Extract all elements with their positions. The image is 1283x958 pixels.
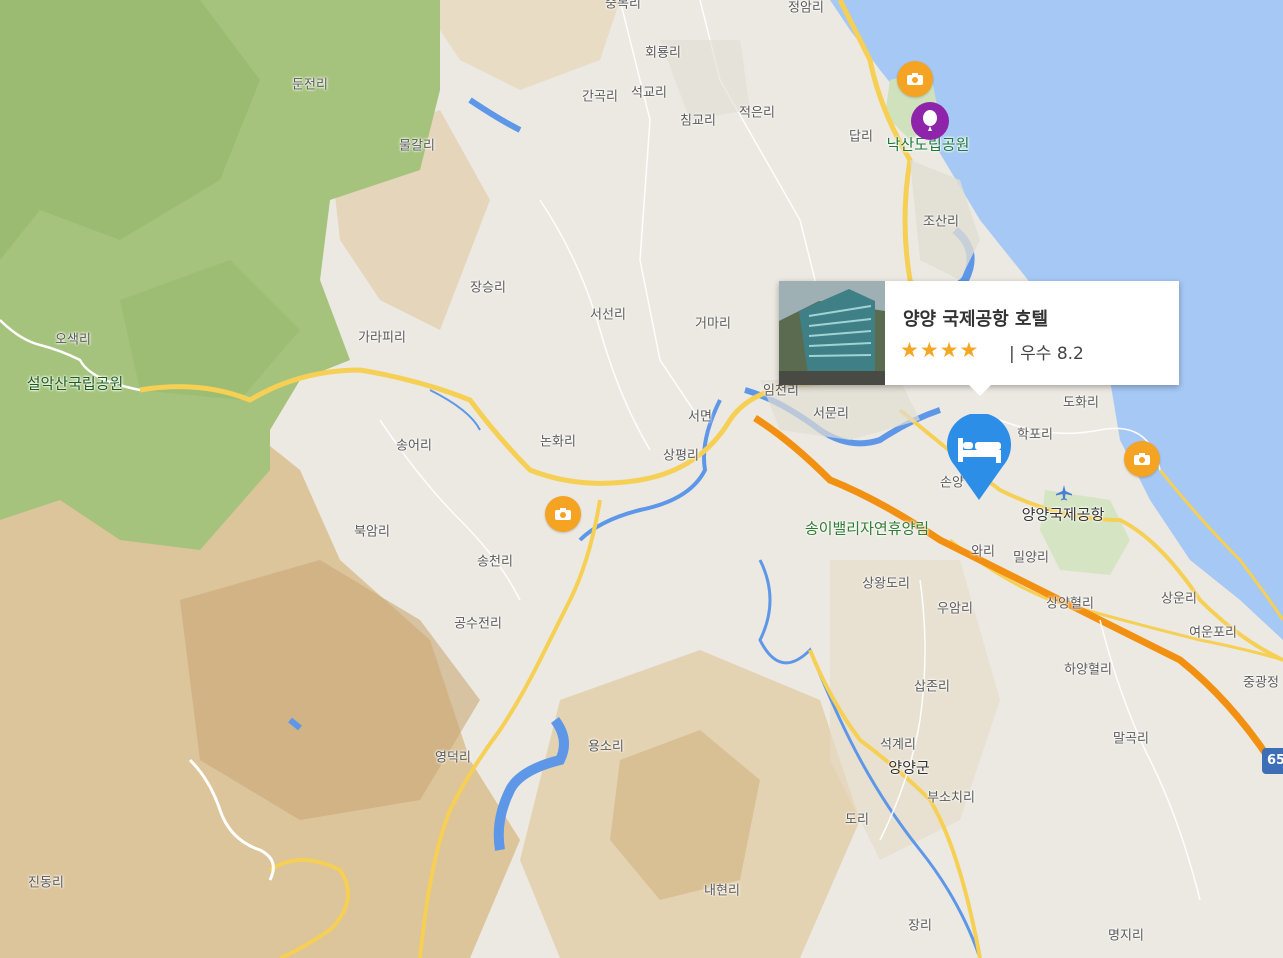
place-label: 가라피리: [358, 330, 406, 346]
place-label: 말곡리: [1113, 731, 1149, 747]
place-label: 용소리: [588, 739, 624, 755]
place-label: 장승리: [470, 280, 506, 296]
place-label: 둔전리: [292, 77, 328, 93]
place-label: 오색리: [55, 332, 91, 348]
place-label: 서문리: [813, 406, 849, 422]
place-label: 석계리: [880, 737, 916, 753]
place-label: 논화리: [540, 434, 576, 450]
place-label: 송어리: [396, 438, 432, 454]
place-label: 중광정: [1243, 675, 1279, 691]
hotel-thumbnail[interactable]: [779, 281, 885, 385]
place-label: 도화리: [1063, 395, 1099, 411]
hotel-popup[interactable]: 양양 국제공항 호텔 ★★★★ | 우수 8.2: [779, 281, 1179, 396]
place-label: 상운리: [1161, 591, 1197, 607]
place-label: 우암리: [937, 601, 973, 617]
place-label: 도리: [845, 812, 869, 828]
place-label: 장리: [908, 918, 932, 934]
hotel-pin[interactable]: [945, 412, 1013, 502]
place-label: 영덕리: [435, 750, 471, 766]
place-label: 석교리: [631, 85, 667, 101]
place-label: 서선리: [590, 307, 626, 323]
place-label: 적은리: [739, 105, 775, 121]
popup-tail: [969, 385, 991, 396]
place-label: 명지리: [1108, 928, 1144, 944]
review-score: | 우수 8.2: [1009, 344, 1084, 364]
place-label: 공수전리: [454, 616, 502, 632]
place-label: 송이밸리자연휴양림: [804, 519, 930, 538]
place-label: 상왕도리: [862, 576, 910, 592]
place-label: 조산리: [923, 214, 959, 230]
camera-icon[interactable]: [897, 61, 933, 97]
place-label: 거마리: [695, 316, 731, 332]
place-label: 밀양리: [1013, 550, 1049, 566]
place-label: 중복리: [605, 0, 641, 12]
camera-icon[interactable]: [1124, 441, 1160, 477]
airport-icon: [1055, 484, 1073, 506]
place-label: 회룡리: [645, 45, 681, 61]
hotel-name[interactable]: 양양 국제공항 호텔: [903, 305, 1048, 331]
place-label: 삽존리: [914, 679, 950, 695]
map-canvas[interactable]: [0, 0, 1283, 958]
balloon-icon[interactable]: [911, 102, 949, 140]
place-label: 여운포리: [1189, 625, 1237, 641]
place-label: 답리: [849, 129, 873, 145]
place-label: 양양국제공항: [1021, 505, 1105, 524]
route-shield: 65: [1262, 748, 1283, 774]
place-label: 내현리: [704, 883, 740, 899]
place-label: 북암리: [354, 524, 390, 540]
place-label: 상평리: [663, 448, 699, 464]
place-label: 서면: [688, 409, 712, 425]
place-label: 상양혈리: [1046, 596, 1094, 612]
place-label: 정암리: [788, 0, 824, 16]
place-label: 간곡리: [582, 89, 618, 105]
camera-icon[interactable]: [545, 496, 581, 532]
place-label: 학포리: [1017, 427, 1053, 443]
place-label: 물갈리: [399, 138, 435, 154]
place-label: 양양군: [888, 758, 930, 777]
place-label: 설악산국립공원: [26, 374, 124, 393]
place-label: 진동리: [28, 875, 64, 891]
place-label: 와리: [971, 544, 995, 560]
star-rating: ★★★★: [900, 338, 980, 362]
place-label: 하양혈리: [1064, 662, 1112, 678]
place-label: 송천리: [477, 554, 513, 570]
place-label: 침교리: [680, 113, 716, 129]
place-label: 부소치리: [927, 790, 975, 806]
